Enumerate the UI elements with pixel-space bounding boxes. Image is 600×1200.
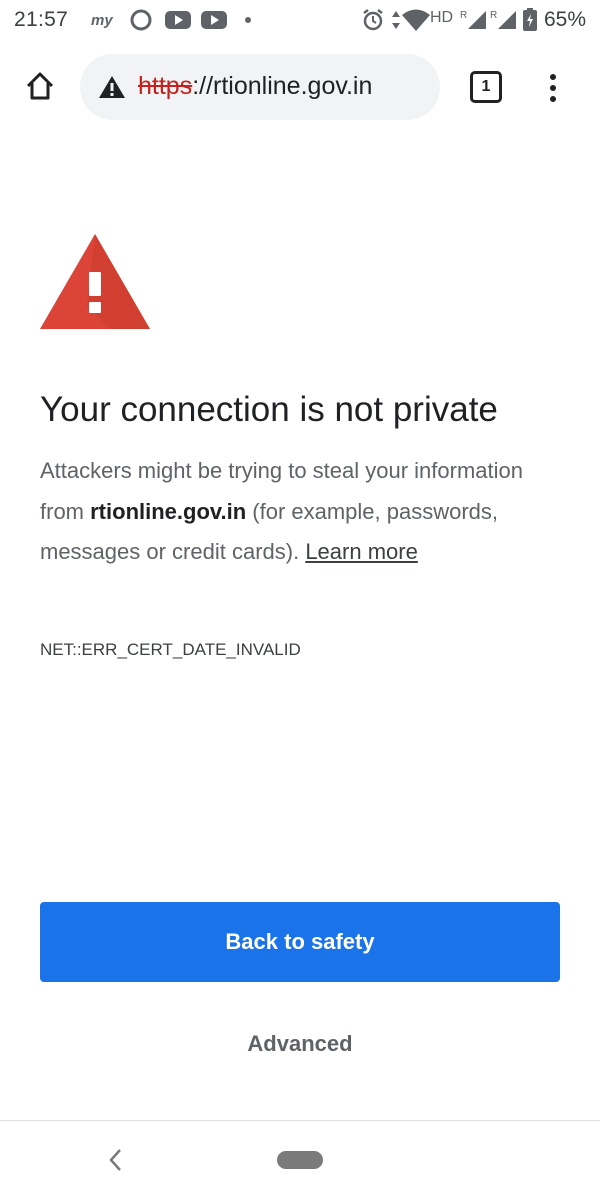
learn-more-link[interactable]: Learn more	[305, 539, 418, 564]
nav-divider	[0, 1120, 600, 1121]
url-text: https://rtionline.gov.in	[138, 72, 372, 101]
desc-domain: rtionline.gov.in	[90, 498, 247, 524]
myjio-icon: my	[90, 7, 116, 38]
page-title: Your connection is not private	[40, 390, 498, 429]
status-bar: 21:57 my HD R R 65%	[0, 0, 600, 40]
signal-icon: R	[460, 7, 488, 38]
advanced-button[interactable]: Advanced	[200, 1022, 400, 1066]
home-button[interactable]	[20, 68, 60, 108]
browser-toolbar: https://rtionline.gov.in 1	[0, 48, 600, 128]
back-chevron-icon[interactable]	[104, 1146, 128, 1174]
youtube-icon	[164, 7, 192, 38]
home-icon	[24, 70, 56, 107]
more-vert-icon[interactable]	[538, 68, 568, 108]
status-time: 21:57	[14, 8, 69, 31]
network-type-label: HD	[430, 9, 454, 26]
warning-description: Attackers might be trying to steal your …	[40, 451, 565, 573]
circle-app-icon	[128, 7, 154, 38]
url-bar[interactable]: https://rtionline.gov.in	[80, 54, 440, 120]
back-to-safety-button[interactable]: Back to safety	[40, 902, 560, 982]
battery-icon	[522, 7, 538, 38]
battery-percent: 65%	[543, 8, 586, 31]
svg-text:R: R	[490, 10, 497, 21]
signal-icon: R	[490, 7, 518, 38]
wifi-icon	[401, 7, 431, 38]
url-host: ://rtionline.gov.in	[192, 72, 373, 100]
home-pill-icon[interactable]	[277, 1151, 323, 1169]
tab-count: 1	[481, 78, 491, 95]
warning-icon[interactable]	[98, 75, 126, 104]
alarm-icon	[360, 7, 386, 38]
warning-triangle-icon	[40, 234, 150, 335]
svg-text:my: my	[91, 12, 113, 29]
error-code: NET::ERR_CERT_DATE_INVALID	[40, 640, 301, 659]
url-scheme: https	[138, 72, 193, 100]
youtube-icon	[200, 7, 228, 38]
svg-text:R: R	[460, 10, 467, 21]
dot-icon	[243, 7, 253, 38]
tab-switcher-button[interactable]: 1	[470, 71, 502, 103]
